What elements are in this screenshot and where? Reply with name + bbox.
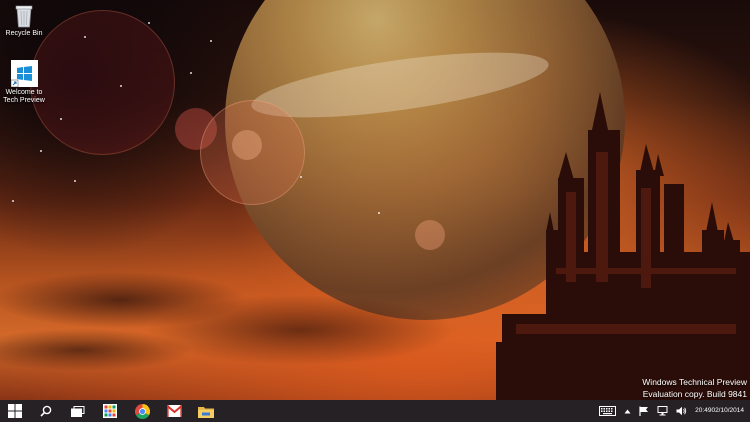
star (12, 200, 14, 202)
star (148, 22, 150, 24)
star (300, 176, 302, 178)
chrome-app[interactable] (126, 400, 158, 422)
clock-time: 20:49 (695, 407, 712, 414)
evaluation-watermark: Windows Technical Preview Evaluation cop… (642, 376, 747, 400)
star (210, 40, 212, 42)
lens-flare (30, 10, 175, 155)
search-icon (40, 405, 52, 417)
star (84, 36, 86, 38)
welcome-shortcut[interactable]: Welcome to Tech Preview (0, 60, 48, 105)
star (190, 72, 192, 74)
taskbar: 20:49 02/10/2014 (0, 400, 750, 422)
star (120, 85, 122, 87)
desktop-wallpaper (0, 0, 750, 400)
system-tray: 20:49 02/10/2014 (595, 400, 750, 422)
volume-button[interactable] (672, 400, 691, 422)
lens-flare (232, 130, 262, 160)
star (40, 150, 42, 152)
chrome-icon (134, 403, 150, 419)
apps-grid-icon (103, 404, 117, 418)
star (74, 180, 76, 182)
chevron-up-icon (624, 409, 631, 413)
watermark-line-2: Evaluation copy. Build 9841 (642, 389, 747, 399)
windows-logo-icon (10, 60, 38, 88)
action-center-flag-icon (639, 406, 649, 416)
folder-icon (198, 406, 214, 418)
search-button[interactable] (30, 400, 62, 422)
recycle-bin-icon (15, 5, 33, 28)
start-button[interactable] (0, 400, 30, 422)
watermark-line-1: Windows Technical Preview (642, 377, 747, 387)
clock-date: 02/10/2014 (711, 407, 744, 414)
star (60, 118, 62, 120)
clouds (0, 240, 560, 400)
network-button[interactable] (653, 400, 672, 422)
keyboard-icon (599, 406, 617, 416)
windows-logo-icon (8, 404, 22, 418)
clock[interactable]: 20:49 02/10/2014 (691, 400, 750, 422)
network-icon (657, 406, 668, 416)
file-explorer-app[interactable] (190, 400, 222, 422)
volume-icon (676, 406, 687, 416)
task-view-icon (71, 405, 85, 417)
task-view-button[interactable] (62, 400, 94, 422)
gmail-icon (166, 405, 182, 417)
recycle-bin-label: Recycle Bin (5, 30, 43, 37)
recycle-bin-shortcut[interactable]: Recycle Bin (0, 4, 48, 38)
touch-keyboard-button[interactable] (595, 400, 620, 422)
store-app[interactable] (94, 400, 126, 422)
gmail-app[interactable] (158, 400, 190, 422)
show-hidden-icons-button[interactable] (620, 400, 635, 422)
action-center-button[interactable] (635, 400, 653, 422)
castle-silhouette (496, 92, 750, 400)
star (378, 212, 380, 214)
welcome-label: Welcome to Tech Preview (3, 89, 45, 104)
